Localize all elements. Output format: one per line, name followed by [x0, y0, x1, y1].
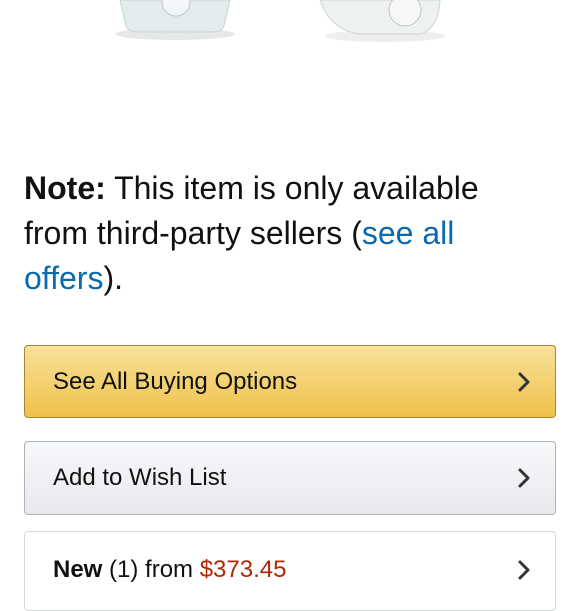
offer-count: (1) from: [102, 556, 200, 583]
offer-price: $373.45: [199, 556, 287, 583]
note-prefix: Note:: [24, 170, 106, 206]
chevron-right-icon: [518, 560, 530, 580]
see-all-buying-options-label: See All Buying Options: [53, 367, 298, 395]
offer-condition: New: [53, 556, 103, 583]
add-to-wish-list-label: Add to Wish List: [53, 464, 227, 491]
product-images[interactable]: [0, 0, 580, 60]
third-party-note: Note: This item is only available from t…: [24, 166, 544, 301]
note-suffix: ).: [103, 260, 123, 296]
add-to-wish-list-button[interactable]: Add to Wish List: [24, 441, 556, 515]
chevron-right-icon: [518, 372, 530, 391]
new-offer-row[interactable]: New (1) from $373.45: [24, 531, 556, 611]
see-all-buying-options-button[interactable]: See All Buying Options: [24, 345, 556, 418]
chevron-right-icon: [518, 468, 530, 488]
